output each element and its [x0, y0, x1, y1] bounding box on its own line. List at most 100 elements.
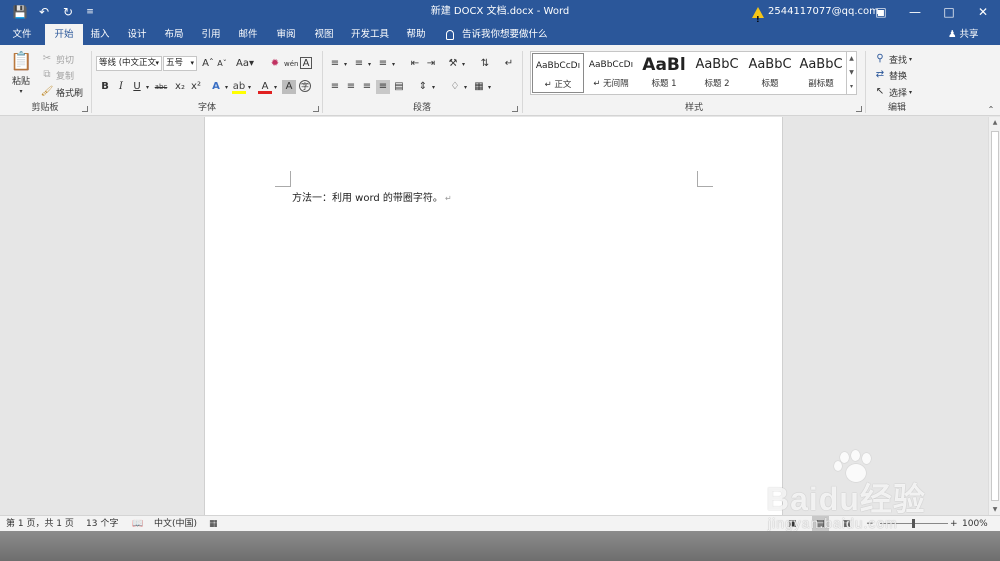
- increase-indent-button[interactable]: ⇥: [424, 57, 438, 71]
- tab-view[interactable]: 视图: [308, 24, 340, 45]
- page-count[interactable]: 第 1 页，共 1 页: [6, 516, 74, 532]
- clipboard-icon: 📋: [10, 51, 33, 72]
- maximize-icon[interactable]: □: [932, 0, 966, 24]
- scroll-up-icon[interactable]: ▲: [989, 119, 1000, 126]
- language[interactable]: 中文(中国): [154, 516, 197, 532]
- ribbon-display-options-icon[interactable]: ▣: [864, 0, 898, 24]
- line-spacing-button[interactable]: ⇕ ▾: [416, 80, 435, 94]
- font-launcher-icon[interactable]: [313, 106, 319, 112]
- save-icon[interactable]: 💾: [8, 0, 32, 24]
- justify-button[interactable]: ≡: [376, 80, 390, 94]
- align-center-button[interactable]: ≡: [344, 80, 358, 94]
- borders-button[interactable]: ▦ ▾: [472, 80, 491, 94]
- chevron-down-icon: ▾: [190, 59, 194, 67]
- paragraph-launcher-icon[interactable]: [512, 106, 518, 112]
- tab-mailings[interactable]: 邮件: [232, 24, 264, 45]
- copy-button[interactable]: ⧉ 复制: [40, 68, 74, 82]
- collapse-ribbon-button[interactable]: ⌃: [984, 103, 998, 117]
- tab-developer[interactable]: 开发工具: [347, 24, 393, 45]
- cut-label: 剪切: [56, 55, 75, 66]
- bold-button[interactable]: B: [98, 80, 112, 94]
- format-painter-button[interactable]: 🖌 格式刷: [40, 85, 83, 99]
- superscript-button[interactable]: x²: [189, 80, 203, 94]
- grow-font-button[interactable]: Aˆ: [201, 57, 215, 71]
- text-effects-button[interactable]: A ▾: [209, 80, 228, 94]
- tab-file[interactable]: 文件: [4, 24, 40, 45]
- styles-launcher-icon[interactable]: [856, 106, 862, 112]
- bold-icon: B: [101, 81, 109, 92]
- find-button[interactable]: ⚲ 查找 ▾: [873, 52, 912, 66]
- sort-button[interactable]: ⇅: [478, 57, 492, 71]
- font-size-combo[interactable]: 五号 ▾: [163, 56, 197, 71]
- enclose-characters-icon: 字: [299, 80, 311, 92]
- proofing-icon[interactable]: 📖: [132, 516, 143, 532]
- select-label: 选择: [889, 88, 908, 99]
- change-case-button[interactable]: Aa▾: [235, 57, 255, 71]
- paste-button[interactable]: 📋 粘贴 ▾: [10, 51, 32, 95]
- highlight-button[interactable]: ab ▾: [232, 80, 251, 94]
- macro-recording-icon[interactable]: ▦: [209, 516, 218, 532]
- tell-me-box[interactable]: 告诉我你想要做什么: [446, 24, 548, 45]
- align-left-button[interactable]: ≡: [328, 80, 342, 94]
- tab-review[interactable]: 审阅: [270, 24, 302, 45]
- font-name-combo[interactable]: 等线 (中文正文 ▾: [96, 56, 162, 71]
- phonetic-guide-button[interactable]: wén: [284, 57, 298, 71]
- replace-button[interactable]: ⇄ 替换: [873, 68, 907, 82]
- strikethrough-button[interactable]: abc: [153, 80, 169, 94]
- chevron-up-icon: ⌃: [987, 105, 995, 114]
- select-button[interactable]: ↖ 选择 ▾: [873, 85, 912, 99]
- pilcrow-icon: ↵: [504, 58, 514, 69]
- cut-button[interactable]: ✂ 剪切: [40, 52, 74, 66]
- shading-button[interactable]: ♢ ▾: [448, 80, 468, 94]
- clipboard-launcher-icon[interactable]: [82, 106, 88, 112]
- character-border-icon: A: [300, 57, 312, 69]
- close-icon[interactable]: ✕: [966, 0, 1000, 24]
- font-color-icon: A: [258, 80, 272, 94]
- tab-references[interactable]: 引用: [195, 24, 227, 45]
- scroll-thumb[interactable]: [991, 131, 999, 501]
- document-paragraph[interactable]: 方法一：利用 word 的带圈字符。 ↵: [292, 189, 452, 204]
- numbering-button[interactable]: ≡ ▾: [352, 57, 371, 71]
- customize-quick-access-icon[interactable]: ≡: [78, 0, 102, 24]
- account-info[interactable]: 2544117077@qq.com: [752, 0, 879, 32]
- paragraph-group-label: 段落: [412, 103, 431, 113]
- shrink-font-button[interactable]: Aˇ: [215, 57, 229, 71]
- chevron-down-icon: ▾: [432, 83, 436, 91]
- distributed-button[interactable]: ▤: [392, 80, 406, 94]
- chevron-down-icon: ▾: [155, 59, 159, 67]
- undo-icon[interactable]: ↶: [32, 0, 56, 24]
- enclose-characters-button[interactable]: 字: [299, 80, 311, 92]
- baidu-watermark: Baidu经验 jingyan.baidu.com: [766, 450, 996, 540]
- sort-icon: ⇅: [480, 58, 490, 69]
- tab-help[interactable]: 帮助: [400, 24, 432, 45]
- tab-layout[interactable]: 布局: [158, 24, 190, 45]
- ribbon-tabs: 文件 开始 插入 设计 布局 引用 邮件 审阅 视图 开发工具 帮助 告诉我你想…: [0, 24, 1000, 45]
- show-marks-button[interactable]: ↵: [502, 57, 516, 71]
- document-page[interactable]: 方法一：利用 word 的带圈字符。 ↵: [204, 117, 783, 515]
- align-right-button[interactable]: ≡: [360, 80, 374, 94]
- chinese-layout-button[interactable]: ⚒ ▾: [446, 57, 466, 71]
- watermark-logo: Baidu经验: [766, 481, 926, 517]
- character-border-button[interactable]: A: [300, 57, 312, 69]
- share-button[interactable]: ♟ 共享: [948, 24, 979, 45]
- minimize-icon[interactable]: —: [898, 0, 932, 24]
- watermark-url: jingyan.baidu.com: [768, 515, 898, 531]
- underline-button[interactable]: U ▾: [130, 80, 149, 94]
- multilevel-list-button[interactable]: ≡ ▾: [376, 57, 395, 71]
- font-color-button[interactable]: A ▾: [258, 80, 277, 94]
- margin-corner-mark: [275, 171, 291, 187]
- redo-icon[interactable]: ↻: [56, 0, 80, 24]
- tab-design[interactable]: 设计: [121, 24, 153, 45]
- character-shading-button[interactable]: A: [282, 80, 296, 94]
- clear-formatting-button[interactable]: ✹: [268, 57, 282, 71]
- word-count[interactable]: 13 个字: [86, 516, 118, 532]
- font-group: 等线 (中文正文 ▾ 五号 ▾ Aˆ Aˇ Aa▾ ✹ wén A B I U ▾…: [93, 48, 321, 114]
- decrease-indent-button[interactable]: ⇤: [408, 57, 422, 71]
- bullets-button[interactable]: ≡ ▾: [328, 57, 347, 71]
- tab-insert[interactable]: 插入: [84, 24, 116, 45]
- subscript-button[interactable]: x₂: [173, 80, 187, 94]
- person-icon: ♟: [948, 29, 957, 40]
- italic-button[interactable]: I: [114, 80, 128, 94]
- tab-home[interactable]: 开始: [45, 24, 83, 45]
- chevron-down-icon: ▾: [462, 60, 466, 68]
